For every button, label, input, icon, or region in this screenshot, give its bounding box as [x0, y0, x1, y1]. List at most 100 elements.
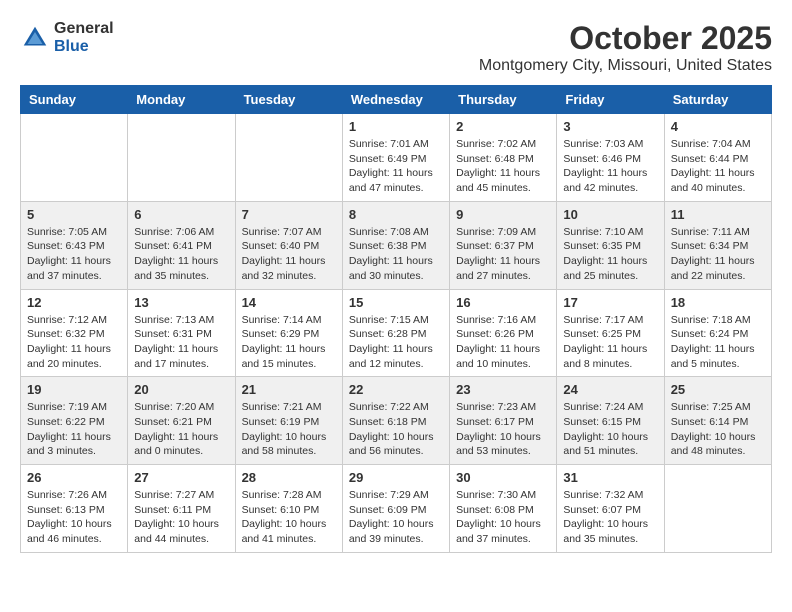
day-number: 21: [242, 382, 336, 397]
calendar-day-cell: 9 Sunrise: 7:09 AM Sunset: 6:37 PM Daylig…: [450, 201, 557, 289]
day-info: Sunrise: 7:30 AM Sunset: 6:08 PM Dayligh…: [456, 488, 550, 547]
day-number: 2: [456, 119, 550, 134]
day-info: Sunrise: 7:29 AM Sunset: 6:09 PM Dayligh…: [349, 488, 443, 547]
day-number: 5: [27, 207, 121, 222]
header-saturday: Saturday: [664, 86, 771, 114]
day-info: Sunrise: 7:13 AM Sunset: 6:31 PM Dayligh…: [134, 313, 228, 372]
day-info: Sunrise: 7:09 AM Sunset: 6:37 PM Dayligh…: [456, 225, 550, 284]
calendar-day-cell: 2 Sunrise: 7:02 AM Sunset: 6:48 PM Daylig…: [450, 114, 557, 202]
day-info: Sunrise: 7:07 AM Sunset: 6:40 PM Dayligh…: [242, 225, 336, 284]
day-info: Sunrise: 7:01 AM Sunset: 6:49 PM Dayligh…: [349, 137, 443, 196]
calendar-day-cell: 3Sunrise: 7:03 AM Sunset: 6:46 PM Daylig…: [557, 114, 664, 202]
day-info: Sunrise: 7:14 AM Sunset: 6:29 PM Dayligh…: [242, 313, 336, 372]
day-info: Sunrise: 7:20 AM Sunset: 6:21 PM Dayligh…: [134, 400, 228, 459]
header-wednesday: Wednesday: [342, 86, 449, 114]
month-title: October 2025: [479, 20, 772, 57]
calendar-day-cell: 27Sunrise: 7:27 AM Sunset: 6:11 PM Dayli…: [128, 465, 235, 553]
day-number: 15: [349, 295, 443, 310]
calendar-day-cell: 30 Sunrise: 7:30 AM Sunset: 6:08 PM Dayli…: [450, 465, 557, 553]
day-number: 6: [134, 207, 228, 222]
logo-text: General Blue: [54, 20, 114, 55]
calendar-day-cell: 12 Sunrise: 7:12 AM Sunset: 6:32 PM Dayli…: [21, 289, 128, 377]
day-info: Sunrise: 7:05 AM Sunset: 6:43 PM Dayligh…: [27, 225, 121, 284]
calendar-day-cell: 28 Sunrise: 7:28 AM Sunset: 6:10 PM Dayli…: [235, 465, 342, 553]
header: General Blue October 2025 Montgomery Cit…: [20, 20, 772, 75]
calendar-day-cell: [128, 114, 235, 202]
day-info: Sunrise: 7:18 AM Sunset: 6:24 PM Dayligh…: [671, 313, 765, 372]
header-friday: Friday: [557, 86, 664, 114]
calendar-day-cell: 23 Sunrise: 7:23 AM Sunset: 6:17 PM Dayli…: [450, 377, 557, 465]
header-sunday: Sunday: [21, 86, 128, 114]
day-number: 9: [456, 207, 550, 222]
day-info: Sunrise: 7:02 AM Sunset: 6:48 PM Dayligh…: [456, 137, 550, 196]
day-info: Sunrise: 7:32 AM Sunset: 6:07 PM Dayligh…: [563, 488, 657, 547]
day-number: 22: [349, 382, 443, 397]
calendar-table: Sunday Monday Tuesday Wednesday Thursday…: [20, 85, 772, 553]
calendar-day-cell: 6 Sunrise: 7:06 AM Sunset: 6:41 PM Daylig…: [128, 201, 235, 289]
calendar-day-cell: 8 Sunrise: 7:08 AM Sunset: 6:38 PM Daylig…: [342, 201, 449, 289]
day-number: 26: [27, 470, 121, 485]
day-number: 28: [242, 470, 336, 485]
day-info: Sunrise: 7:17 AM Sunset: 6:25 PM Dayligh…: [563, 313, 657, 372]
calendar-day-cell: 16 Sunrise: 7:16 AM Sunset: 6:26 PM Dayli…: [450, 289, 557, 377]
day-number: 8: [349, 207, 443, 222]
calendar-day-cell: 5 Sunrise: 7:05 AM Sunset: 6:43 PM Daylig…: [21, 201, 128, 289]
day-number: 31: [563, 470, 657, 485]
calendar-day-cell: 14Sunrise: 7:14 AM Sunset: 6:29 PM Dayli…: [235, 289, 342, 377]
location-title: Montgomery City, Missouri, United States: [479, 57, 772, 75]
calendar-week-row: 19 Sunrise: 7:19 AM Sunset: 6:22 PM Dayli…: [21, 377, 772, 465]
calendar-day-cell: 19 Sunrise: 7:19 AM Sunset: 6:22 PM Dayli…: [21, 377, 128, 465]
calendar-week-row: 26Sunrise: 7:26 AM Sunset: 6:13 PM Dayli…: [21, 465, 772, 553]
day-number: 23: [456, 382, 550, 397]
header-tuesday: Tuesday: [235, 86, 342, 114]
day-number: 27: [134, 470, 228, 485]
day-info: Sunrise: 7:21 AM Sunset: 6:19 PM Dayligh…: [242, 400, 336, 459]
day-number: 11: [671, 207, 765, 222]
day-info: Sunrise: 7:22 AM Sunset: 6:18 PM Dayligh…: [349, 400, 443, 459]
calendar-day-cell: 22 Sunrise: 7:22 AM Sunset: 6:18 PM Dayli…: [342, 377, 449, 465]
day-info: Sunrise: 7:08 AM Sunset: 6:38 PM Dayligh…: [349, 225, 443, 284]
day-number: 12: [27, 295, 121, 310]
day-number: 1: [349, 119, 443, 134]
logo: General Blue: [20, 20, 114, 55]
day-info: Sunrise: 7:06 AM Sunset: 6:41 PM Dayligh…: [134, 225, 228, 284]
weekday-header-row: Sunday Monday Tuesday Wednesday Thursday…: [21, 86, 772, 114]
day-number: 19: [27, 382, 121, 397]
logo-blue-text: Blue: [54, 38, 114, 56]
calendar-week-row: 5 Sunrise: 7:05 AM Sunset: 6:43 PM Daylig…: [21, 201, 772, 289]
calendar-day-cell: 29Sunrise: 7:29 AM Sunset: 6:09 PM Dayli…: [342, 465, 449, 553]
day-info: Sunrise: 7:16 AM Sunset: 6:26 PM Dayligh…: [456, 313, 550, 372]
day-info: Sunrise: 7:19 AM Sunset: 6:22 PM Dayligh…: [27, 400, 121, 459]
header-monday: Monday: [128, 86, 235, 114]
logo-icon: [20, 23, 50, 53]
day-info: Sunrise: 7:03 AM Sunset: 6:46 PM Dayligh…: [563, 137, 657, 196]
calendar-day-cell: 1 Sunrise: 7:01 AM Sunset: 6:49 PM Daylig…: [342, 114, 449, 202]
day-info: Sunrise: 7:25 AM Sunset: 6:14 PM Dayligh…: [671, 400, 765, 459]
day-number: 10: [563, 207, 657, 222]
day-number: 25: [671, 382, 765, 397]
day-number: 30: [456, 470, 550, 485]
title-section: October 2025 Montgomery City, Missouri, …: [479, 20, 772, 75]
calendar-day-cell: 17Sunrise: 7:17 AM Sunset: 6:25 PM Dayli…: [557, 289, 664, 377]
day-info: Sunrise: 7:28 AM Sunset: 6:10 PM Dayligh…: [242, 488, 336, 547]
header-thursday: Thursday: [450, 86, 557, 114]
day-info: Sunrise: 7:04 AM Sunset: 6:44 PM Dayligh…: [671, 137, 765, 196]
day-info: Sunrise: 7:12 AM Sunset: 6:32 PM Dayligh…: [27, 313, 121, 372]
calendar-day-cell: 13 Sunrise: 7:13 AM Sunset: 6:31 PM Dayli…: [128, 289, 235, 377]
day-number: 20: [134, 382, 228, 397]
day-info: Sunrise: 7:24 AM Sunset: 6:15 PM Dayligh…: [563, 400, 657, 459]
day-info: Sunrise: 7:23 AM Sunset: 6:17 PM Dayligh…: [456, 400, 550, 459]
calendar-day-cell: 4Sunrise: 7:04 AM Sunset: 6:44 PM Daylig…: [664, 114, 771, 202]
calendar-day-cell: 26Sunrise: 7:26 AM Sunset: 6:13 PM Dayli…: [21, 465, 128, 553]
calendar-day-cell: 31 Sunrise: 7:32 AM Sunset: 6:07 PM Dayli…: [557, 465, 664, 553]
day-number: 7: [242, 207, 336, 222]
day-number: 13: [134, 295, 228, 310]
calendar-day-cell: [21, 114, 128, 202]
calendar-day-cell: 24 Sunrise: 7:24 AM Sunset: 6:15 PM Dayli…: [557, 377, 664, 465]
logo-general-text: General: [54, 20, 114, 38]
calendar-day-cell: [235, 114, 342, 202]
day-number: 24: [563, 382, 657, 397]
calendar-day-cell: 10Sunrise: 7:10 AM Sunset: 6:35 PM Dayli…: [557, 201, 664, 289]
calendar-week-row: 1 Sunrise: 7:01 AM Sunset: 6:49 PM Daylig…: [21, 114, 772, 202]
day-number: 16: [456, 295, 550, 310]
